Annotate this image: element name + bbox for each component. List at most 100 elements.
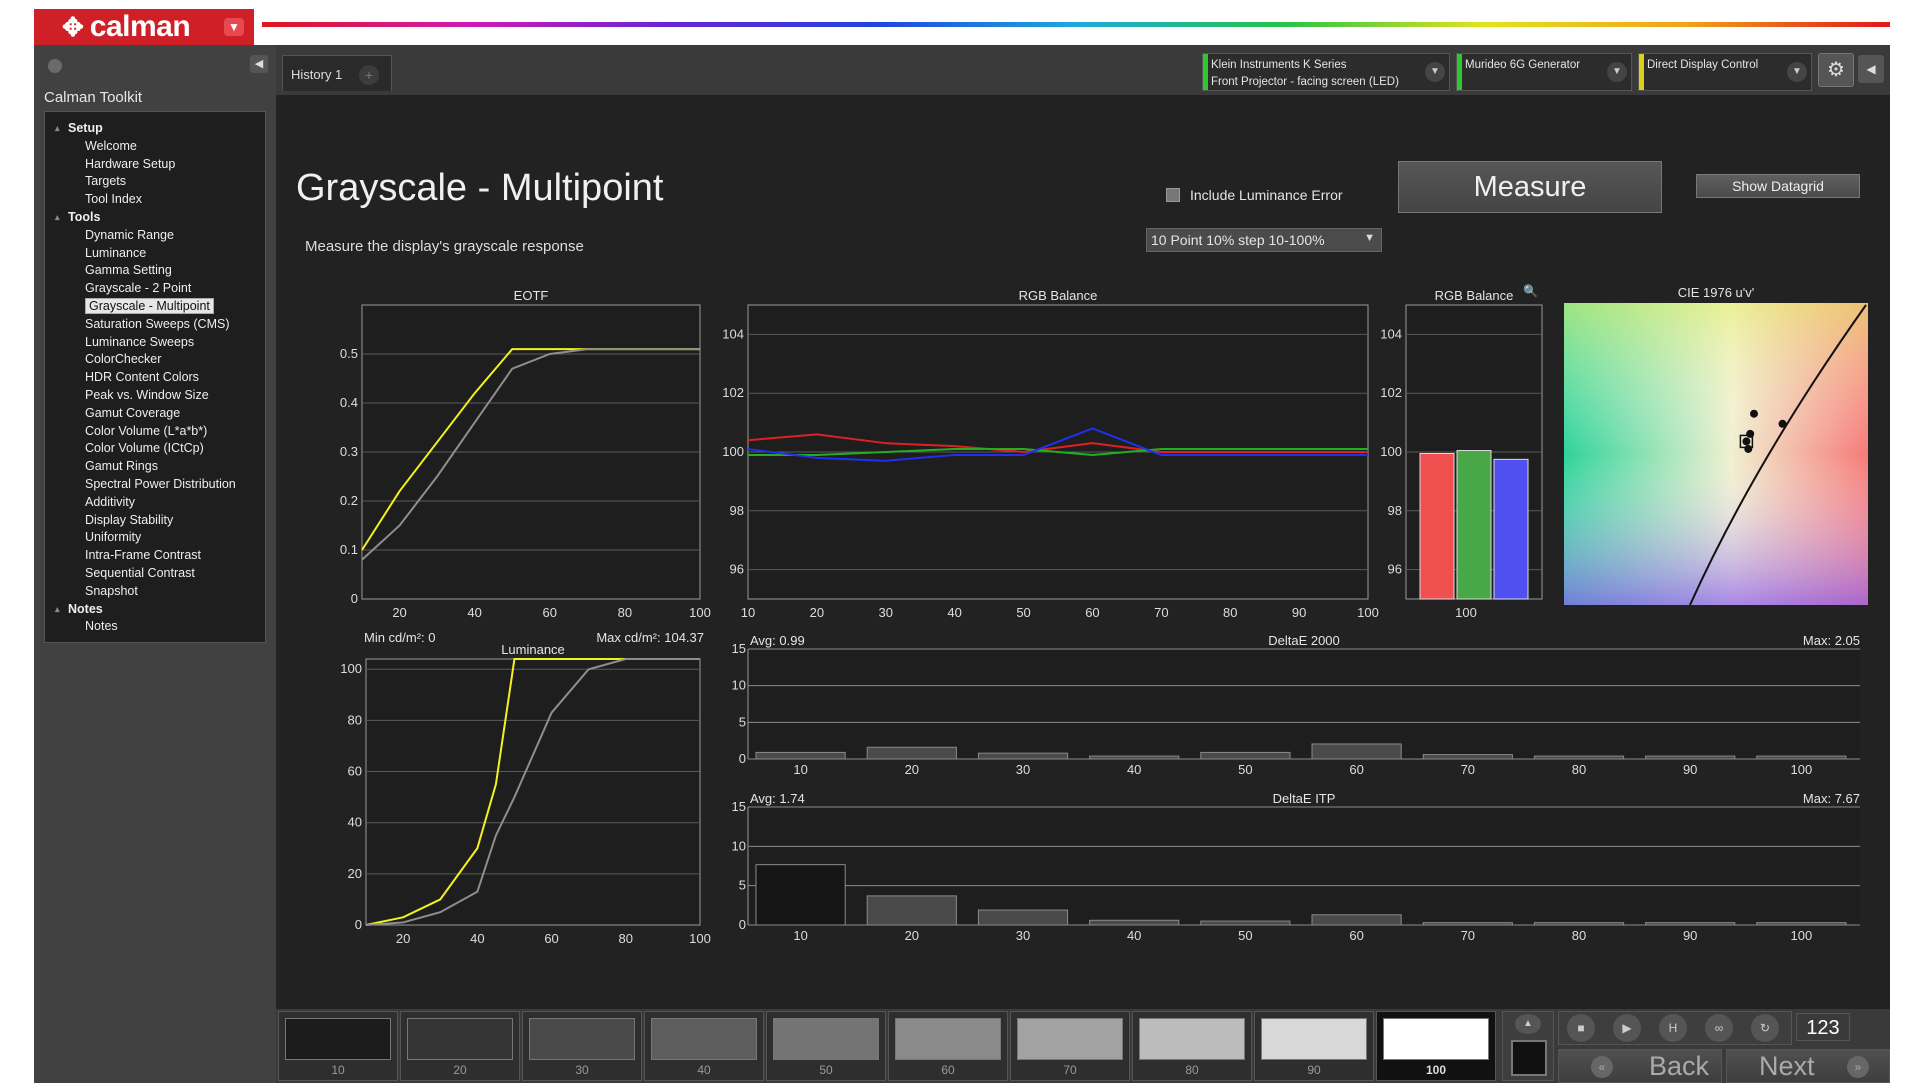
status-bar	[1203, 54, 1208, 90]
x-tick-label: 30	[879, 605, 893, 619]
tree-label: Color Volume (ICtCp)	[85, 441, 204, 456]
tree-item[interactable]: Additivity	[45, 494, 265, 512]
tree-item[interactable]: Notes	[45, 618, 265, 636]
tree-item[interactable]: Sequential Contrast	[45, 565, 265, 583]
left-panel: ◀ Calman Toolkit Setup Welcome Hardware Se…	[34, 45, 276, 1083]
patch-swatch-10[interactable]: 10	[278, 1011, 398, 1081]
chevron-down-icon[interactable]: ▼	[1607, 62, 1627, 82]
x-tick-label: 100	[1791, 762, 1813, 777]
patch-swatch-30[interactable]: 30	[522, 1011, 642, 1081]
y-tick-label: 104	[722, 326, 744, 341]
tree-item[interactable]: Snapshot	[45, 583, 265, 601]
x-tick-label: 40	[467, 605, 481, 619]
tree-item[interactable]: Uniformity	[45, 529, 265, 547]
tree-item[interactable]: Spectral Power Distribution	[45, 476, 265, 494]
tree-item[interactable]: Color Volume (L*a*b*)	[45, 423, 265, 441]
patch-toggle[interactable]: ▲	[1502, 1011, 1554, 1081]
pin-icon[interactable]	[48, 59, 62, 73]
chevron-down-icon[interactable]: ▼	[1787, 62, 1807, 82]
patch-square-icon	[1511, 1040, 1547, 1076]
patch-color	[895, 1018, 1001, 1060]
loop-icon[interactable]: ∞	[1705, 1014, 1733, 1042]
collapse-left-icon[interactable]: ◀	[250, 55, 268, 73]
tree-category[interactable]: Notes	[45, 601, 265, 619]
tree-item[interactable]: ColorChecker	[45, 351, 265, 369]
y-tick-label: 102	[722, 385, 744, 400]
next-button[interactable]: Next »	[1726, 1049, 1890, 1083]
display-device-select[interactable]: Direct Display Control ▼	[1638, 53, 1812, 91]
x-tick-label: 80	[619, 931, 633, 946]
tree-category[interactable]: Tools	[45, 209, 265, 227]
gear-icon[interactable]: ⚙	[1818, 53, 1854, 87]
x-tick-label: 80	[1572, 928, 1586, 943]
tree-item[interactable]: Intra-Frame Contrast	[45, 547, 265, 565]
tree-label: Targets	[85, 174, 126, 189]
back-button[interactable]: « Back	[1558, 1049, 1722, 1083]
delta-bar	[1089, 755, 1180, 760]
chevron-down-icon[interactable]: ▼	[1425, 62, 1445, 82]
tree-item[interactable]: Peak vs. Window Size	[45, 387, 265, 405]
measure-button[interactable]: Measure	[1398, 161, 1662, 213]
cie-point	[1744, 444, 1753, 453]
tree-item[interactable]: Grayscale - 2 Point	[45, 280, 265, 298]
patch-swatch-90[interactable]: 90	[1254, 1011, 1374, 1081]
meter-device-select[interactable]: Klein Instruments K Series Front Project…	[1202, 53, 1450, 91]
tab-history-1[interactable]: History 1 +	[282, 55, 392, 91]
stop-icon[interactable]: ■	[1567, 1014, 1595, 1042]
play-icon[interactable]: ▶	[1613, 1014, 1641, 1042]
patch-swatch-50[interactable]: 50	[766, 1011, 886, 1081]
rgb-bar-0	[1419, 452, 1455, 600]
tree-item[interactable]: Gamut Rings	[45, 458, 265, 476]
tree-item[interactable]: Gamut Coverage	[45, 405, 265, 423]
add-tab-icon[interactable]: +	[359, 65, 379, 85]
rgb-balance-bars-chart: 96 98 100 102 104 RGB Balance 🔍 100	[1380, 283, 1543, 619]
include-luminance-checkbox[interactable]	[1166, 188, 1180, 202]
transport-controls: ■ ▶ H ∞ ↻	[1558, 1011, 1792, 1045]
tree-item[interactable]: Targets	[45, 173, 265, 191]
chevron-down-icon[interactable]: ▼	[224, 18, 244, 36]
delta-bar	[755, 751, 846, 760]
x-tick-label: 70	[1461, 762, 1475, 777]
tree-item[interactable]: Display Stability	[45, 512, 265, 530]
tree-item[interactable]: HDR Content Colors	[45, 369, 265, 387]
tree-item[interactable]: Gamma Setting	[45, 262, 265, 280]
delta-bar	[977, 752, 1069, 760]
patch-label: 20	[453, 1063, 467, 1077]
chevron-up-icon[interactable]: ▲	[1515, 1014, 1541, 1034]
y-tick-label: 98	[1388, 503, 1402, 518]
refresh-icon[interactable]: ↻	[1751, 1014, 1779, 1042]
x-tick-label: 10	[793, 928, 807, 943]
eotf-chart: 00.10.20.30.40.520 40 60 80 100EOTF	[340, 288, 711, 619]
patch-swatch-80[interactable]: 80	[1132, 1011, 1252, 1081]
x-tick-label: 60	[1349, 762, 1363, 777]
tree-item[interactable]: Welcome	[45, 138, 265, 156]
deltae2000-chart: 0 5 10 15 10 20 30 40 50 60 70 80 90 100 Avg: 0.99 Delt…	[732, 633, 1860, 777]
patch-color	[773, 1018, 879, 1060]
generator-device-select[interactable]: Murideo 6G Generator ▼	[1456, 53, 1632, 91]
x-tick-label: 40	[470, 931, 484, 946]
step-select[interactable]: 10 Point 10% step 10-100% ▼	[1146, 228, 1382, 252]
patch-swatch-60[interactable]: 60	[888, 1011, 1008, 1081]
save-icon[interactable]: H	[1659, 1014, 1687, 1042]
tree-item[interactable]: Grayscale - Multipoint	[45, 297, 265, 316]
patch-swatch-70[interactable]: 70	[1010, 1011, 1130, 1081]
tree-item[interactable]: Hardware Setup	[45, 156, 265, 174]
tree-item[interactable]: Dynamic Range	[45, 227, 265, 245]
tree-item[interactable]: Saturation Sweeps (CMS)	[45, 316, 265, 334]
y-tick-label: 60	[348, 764, 362, 779]
patch-swatch-40[interactable]: 40	[644, 1011, 764, 1081]
patch-swatch-20[interactable]: 20	[400, 1011, 520, 1081]
tree-category[interactable]: Setup	[45, 120, 265, 138]
patch-swatch-100[interactable]: 100	[1376, 1011, 1496, 1081]
tree-item[interactable]: Color Volume (ICtCp)	[45, 440, 265, 458]
delta-bar	[1200, 920, 1291, 926]
tree-item[interactable]: Luminance	[45, 245, 265, 263]
x-tick-label: 40	[1127, 928, 1141, 943]
tree-item[interactable]: Luminance Sweeps	[45, 334, 265, 352]
chevron-down-icon: ▼	[1364, 232, 1375, 244]
calman-logo[interactable]: ✥ calman ▼	[34, 9, 254, 45]
zoom-icon: 🔍	[1523, 283, 1538, 298]
collapse-right-icon[interactable]: ◀	[1858, 55, 1884, 83]
tree-item[interactable]: Tool Index	[45, 191, 265, 209]
show-datagrid-button[interactable]: Show Datagrid	[1696, 174, 1860, 198]
